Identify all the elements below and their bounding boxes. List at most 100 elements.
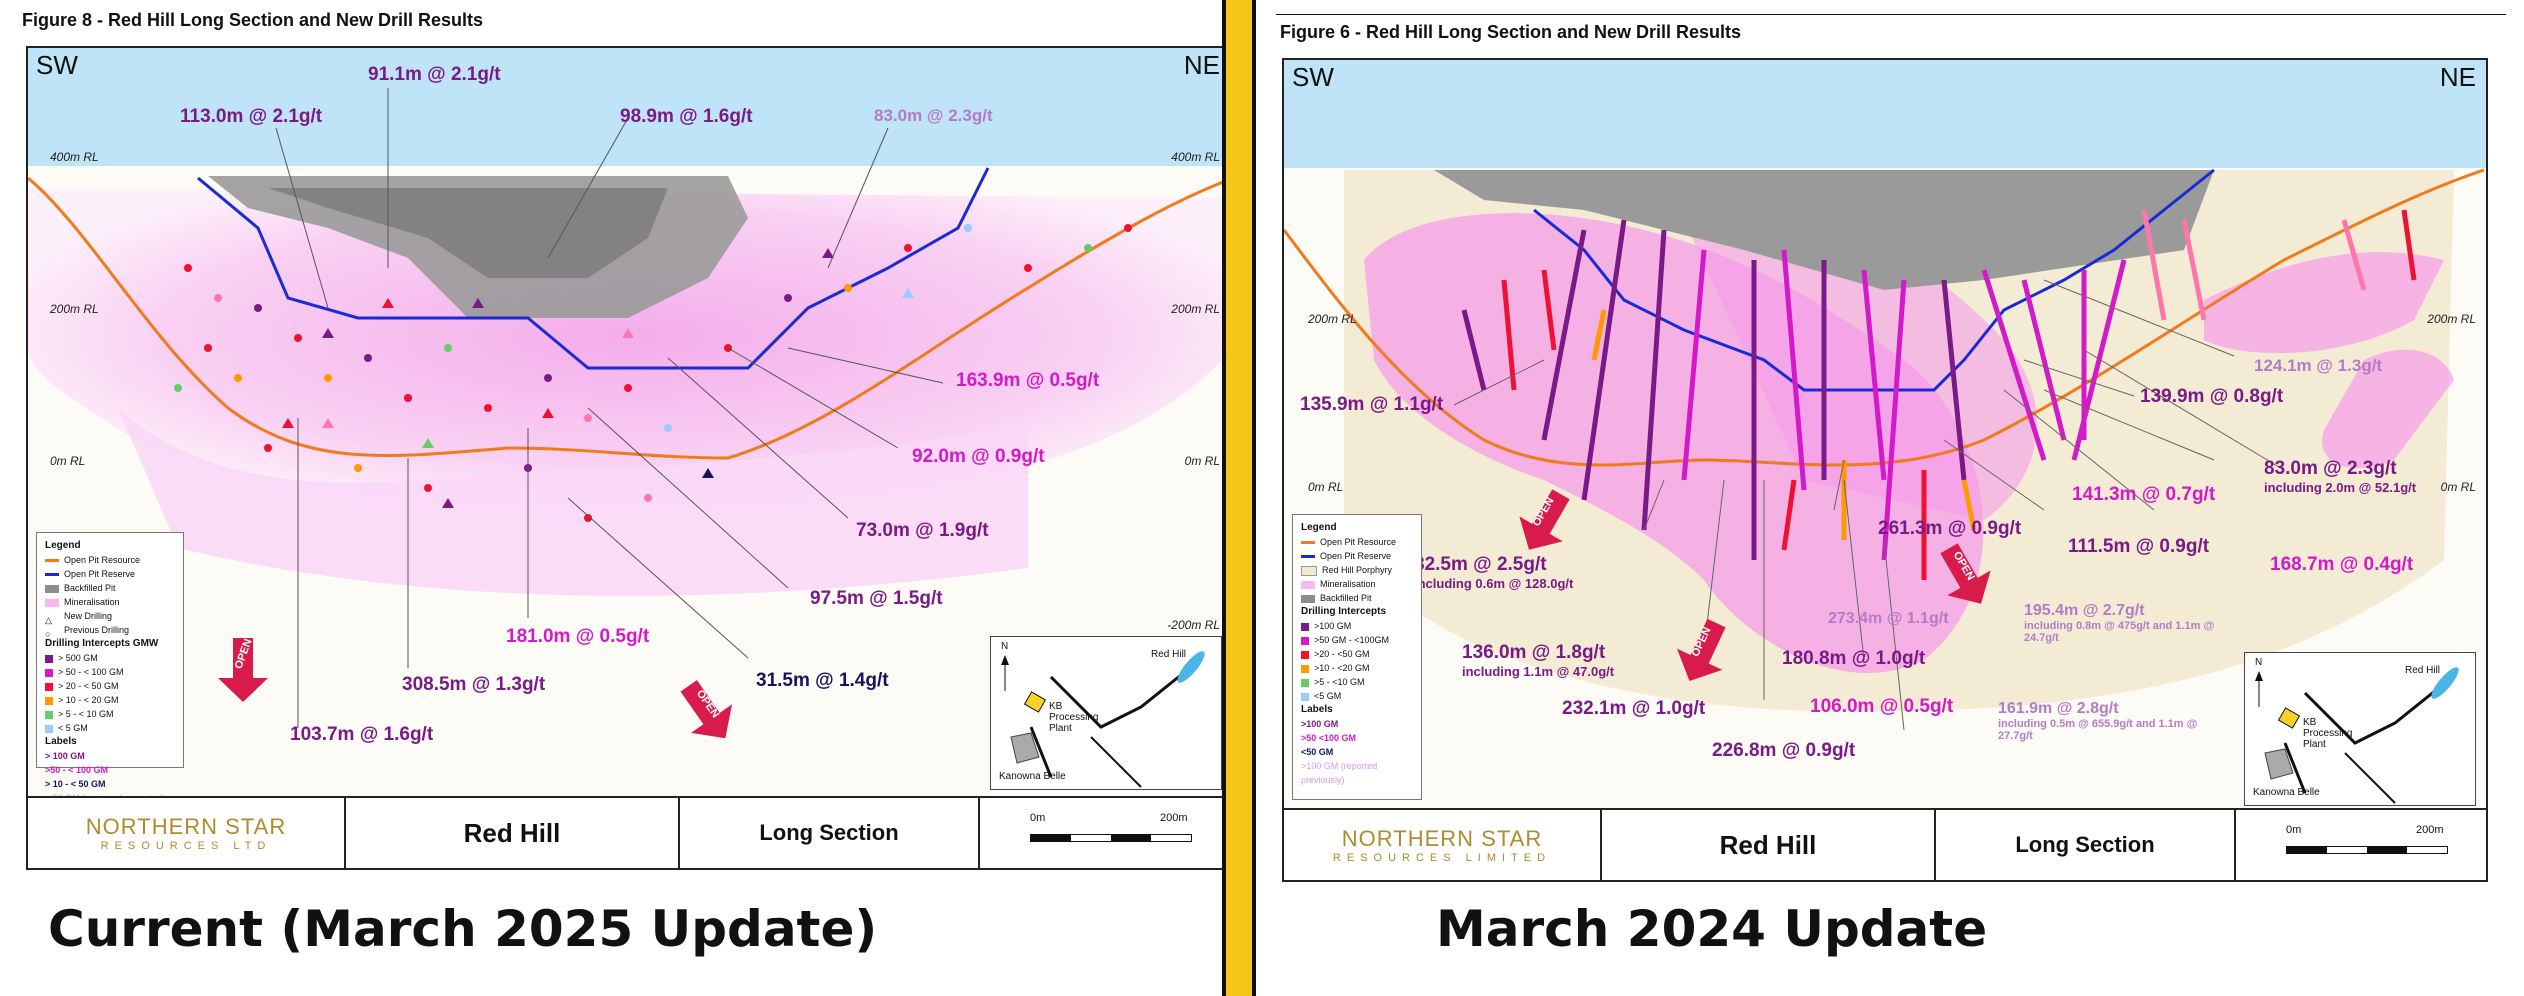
legend-label-item: >100 GM: [1301, 719, 1339, 729]
right-caption: March 2024 Update: [1436, 900, 1988, 958]
intercept-label: 261.3m @ 0.9g/t: [1878, 518, 2022, 539]
intercept-label: 141.3m @ 0.7g/t: [2072, 484, 2216, 505]
company-logo: NORTHERN STAR: [1341, 826, 1543, 851]
intercept-label: 92.0m @ 0.9g/t: [912, 446, 1045, 467]
legend-label-item: >50 <100 GM: [1301, 733, 1357, 743]
intercept-label: 83.0m @ 2.3g/t including 2.0m @ 52.1g/t: [2264, 458, 2416, 495]
rl-label-200-right: 200m RL: [2427, 312, 2476, 326]
ne-label: NE: [2439, 62, 2476, 92]
inset-north: N: [2255, 657, 2263, 668]
inset-red-hill: Red Hill: [2405, 665, 2441, 676]
location-inset-map: N Red Hill KB Processing Plant Kanowna B…: [2244, 652, 2476, 806]
legend-intercept: <5 GM: [1301, 689, 1413, 703]
legend-intercept: > 20 - < 50 GM: [45, 679, 175, 693]
rl-label-200-left: 200m RL: [50, 302, 99, 316]
logo-cell: NORTHERN STAR RESOURCES LTD: [28, 798, 346, 868]
rl-label-0-left: 0m RL: [1308, 480, 1344, 494]
legend-item: ○ Previous Drilling: [45, 625, 130, 639]
intercept-label: 73.0m @ 1.9g/t: [856, 520, 989, 541]
ne-label: NE: [1183, 50, 1220, 80]
rl-label-minus200-right: -200m RL: [1167, 618, 1220, 632]
inset-north: N: [1001, 641, 1009, 652]
rl-label-400-right: 400m RL: [1171, 150, 1220, 164]
legend-intercept: >100 GM: [1301, 619, 1413, 633]
right-long-section-panel: SW NE 200m RL 0m RL 200m RL 0m RL 135.9m…: [1282, 58, 2488, 882]
legend-label-item: >50 - < 100 GM: [45, 765, 109, 775]
intercept-label: 273.4m @ 1.1g/t: [1828, 610, 1949, 627]
intercept-main: 82.5m @ 2.5g/t: [1414, 554, 1547, 575]
rl-label-0-right: 0m RL: [1184, 454, 1220, 468]
intercept-label: 168.7m @ 0.4g/t: [2270, 554, 2414, 575]
legend-intercept: >20 - <50 GM: [1301, 647, 1413, 661]
intercept-sub: including 0.6m @ 128.0g/t: [1414, 576, 1574, 591]
rl-label-0-left: 0m RL: [50, 454, 86, 468]
legend-item: Open Pit Resource: [1301, 535, 1413, 549]
legend-item: Open Pit Reserve: [1301, 549, 1413, 563]
section-type: Long Section: [1936, 810, 2236, 880]
inset-belle: Kanowna Belle: [2253, 787, 2320, 798]
legend-labels-title: Labels: [45, 736, 77, 747]
company-logo-sub: RESOURCES LTD: [100, 840, 272, 852]
legend-intercept: >5 - <10 GM: [1301, 675, 1413, 689]
inset-plant: KB Processing Plant: [2303, 717, 2353, 750]
legend-intercept: >50 GM - <100GM: [1301, 633, 1413, 647]
legend-labels-title: Labels: [1301, 704, 1333, 715]
intercept-label: 124.1m @ 1.3g/t: [2254, 356, 2383, 375]
intercept-label: 226.8m @ 0.9g/t: [1712, 740, 1856, 761]
intercept-sub: including 1.1m @ 47.0g/t: [1462, 664, 1615, 679]
intercept-label: 136.0m @ 1.8g/t including 1.1m @ 47.0g/t: [1462, 642, 1614, 679]
intercept-label: 161.9m @ 2.8g/t including 0.5m @ 655.9g/…: [1998, 700, 2208, 742]
intercept-label: 181.0m @ 0.5g/t: [506, 626, 650, 647]
intercept-label: 97.5m @ 1.5g/t: [810, 588, 943, 609]
legend-intercepts-title: Drilling Intercepts GMW: [45, 638, 159, 649]
legend-item: Open Pit Resource: [45, 553, 175, 567]
left-caption: Current (March 2025 Update): [48, 900, 878, 958]
location-inset-map: N Red Hill KB Processing Plant Kanowna B…: [990, 636, 1222, 790]
legend-intercept: > 5 - < 10 GM: [45, 707, 175, 721]
legend-intercept: >10 - <20 GM: [1301, 661, 1413, 675]
intercept-label: 195.4m @ 2.7g/t including 0.8m @ 475g/t …: [2024, 602, 2234, 644]
title-block: NORTHERN STAR RESOURCES LTD Red Hill Lon…: [28, 796, 1230, 868]
intercept-label: 83.0m @ 2.3g/t: [874, 106, 993, 125]
legend-title: Legend: [45, 540, 81, 551]
legend-item: Red Hill Porphyry: [1301, 563, 1413, 577]
legend-item: Mineralisation: [45, 595, 175, 609]
legend: Legend Open Pit Resource Open Pit Reserv…: [36, 532, 184, 803]
rl-label-200-right: 200m RL: [1171, 302, 1220, 316]
legend-item: Open Pit Reserve: [45, 567, 175, 581]
inset-plant: KB Processing Plant: [1049, 701, 1099, 734]
intercept-label: 308.5m @ 1.3g/t: [402, 674, 546, 695]
company-logo: NORTHERN STAR: [85, 814, 287, 839]
intercept-main: 83.0m @ 2.3g/t: [2264, 458, 2397, 479]
legend-label-item: <50 GM: [1301, 747, 1334, 757]
legend-intercept: > 10 - < 20 GM: [45, 693, 175, 707]
intercept-label: 111.5m @ 0.9g/t: [2068, 536, 2210, 557]
title-block: NORTHERN STAR RESOURCES LIMITED Red Hill…: [1284, 808, 2486, 880]
legend-title: Legend: [1301, 522, 1337, 533]
legend-label-item: > 100 GM: [45, 751, 85, 761]
rl-label-200-left: 200m RL: [1308, 312, 1357, 326]
inset-red-hill: Red Hill: [1151, 649, 1187, 660]
logo-cell: NORTHERN STAR RESOURCES LIMITED: [1284, 810, 1602, 880]
legend-item: △ New Drilling: [45, 611, 113, 625]
intercept-main: 136.0m @ 1.8g/t: [1462, 642, 1606, 663]
right-top-rule: [1276, 14, 2506, 15]
project-name: Red Hill: [346, 798, 680, 868]
legend-item: Backfilled Pit: [45, 581, 175, 595]
intercept-sub: including 0.5m @ 655.9g/t and 1.1m @ 27.…: [1998, 718, 2198, 742]
intercept-label: 91.1m @ 2.1g/t: [368, 64, 501, 85]
scale-bar: 0m 200m: [2236, 810, 2486, 880]
rl-label-400-left: 400m RL: [50, 150, 99, 164]
legend-intercept: > 50 - < 100 GM: [45, 665, 175, 679]
right-figure-title: Figure 6 - Red Hill Long Section and New…: [1280, 22, 1742, 42]
scale-200: 200m: [1160, 812, 1188, 824]
legend-item: Mineralisation: [1301, 577, 1413, 591]
intercept-sub: including 0.8m @ 475g/t and 1.1m @ 24.7g…: [2024, 620, 2215, 644]
intercept-label: 31.5m @ 1.4g/t: [756, 670, 889, 691]
intercept-label: 98.9m @ 1.6g/t: [620, 106, 753, 127]
scale-bar: 0m 200m: [980, 798, 1230, 868]
scale-200: 200m: [2416, 824, 2444, 836]
legend-label-item: >100 GM (reported previously): [1301, 761, 1378, 785]
intercept-label: 135.9m @ 1.1g/t: [1300, 394, 1444, 415]
company-logo-sub: RESOURCES LIMITED: [1332, 852, 1552, 864]
